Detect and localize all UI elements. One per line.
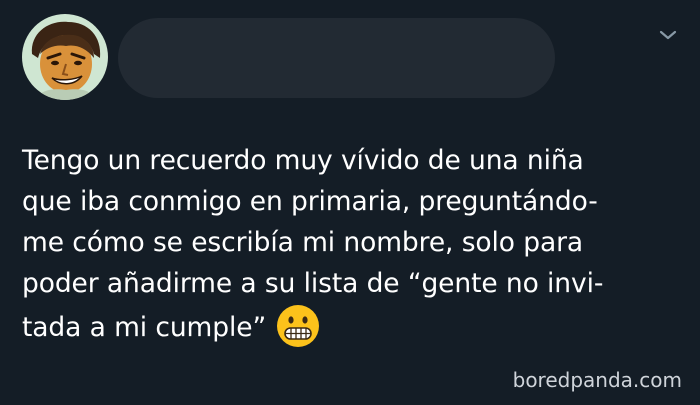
tweet-line-text: tada a mi cumple” — [22, 312, 267, 343]
tweet-line: Tengo un recuerdo muy vívido de una niña — [22, 145, 584, 176]
tweet-line: que iba conmigo en primaria, preguntándo… — [22, 186, 598, 217]
tweet-line-last: tada a mi cumple” — [22, 304, 690, 348]
chevron-down-icon[interactable] — [657, 26, 679, 44]
watermark: boredpanda.com — [512, 368, 682, 392]
cartoon-face-avatar — [22, 14, 108, 100]
tweet-line: me cómo se escribía mi nombre, solo para — [22, 227, 584, 258]
avatar[interactable] — [22, 14, 108, 100]
tweet-line: poder añadirme a su lista de “gente no i… — [22, 268, 604, 299]
tweet-text: Tengo un recuerdo muy vívido de una niña… — [22, 140, 690, 348]
redacted-username — [118, 18, 555, 98]
grimacing-face-icon — [276, 304, 320, 348]
